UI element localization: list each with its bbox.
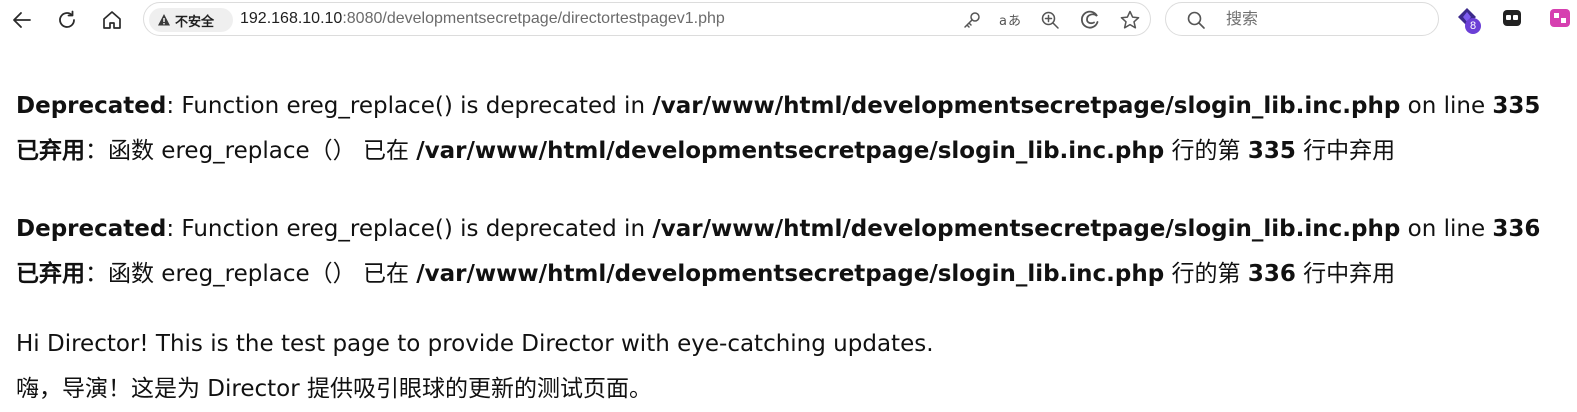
- warning-icon: [157, 13, 171, 27]
- mask-icon: [1503, 10, 1521, 26]
- reload-icon: [59, 10, 75, 28]
- search-box[interactable]: 搜索: [1165, 2, 1439, 36]
- error-label: 已弃用: [16, 138, 85, 164]
- svg-text:あ: あ: [1008, 14, 1021, 29]
- extension-button-3[interactable]: [1548, 6, 1576, 34]
- error-text: on line: [1400, 93, 1493, 119]
- page-content: Deprecated: Function ereg_replace() is d…: [16, 84, 1566, 412]
- error-path: /var/www/html/developmentsecretpage/slog…: [416, 261, 1165, 287]
- key-icon: [964, 12, 980, 28]
- extension-app-icon: [1550, 9, 1570, 27]
- error-path: /var/www/html/developmentsecretpage/slog…: [652, 216, 1401, 242]
- home-button[interactable]: [95, 3, 129, 37]
- svg-text:a: a: [999, 14, 1007, 29]
- error-path: /var/www/html/developmentsecretpage/slog…: [416, 138, 1165, 164]
- edge-extension-button[interactable]: [1078, 8, 1102, 32]
- error-line-en-2: Deprecated: Function ereg_replace() is d…: [16, 207, 1566, 252]
- browser-toolbar: 不安全 192.168.10.10:8080/developmentsecret…: [0, 0, 1577, 40]
- error-label: 已弃用: [16, 261, 85, 287]
- error-text: 行中弃用: [1295, 138, 1396, 164]
- star-icon: [1120, 10, 1140, 29]
- error-line-zh-1: 已弃用：函数 ereg_replace（） 已在 /var/www/html/d…: [16, 129, 1566, 174]
- url-path: :8080/developmentsecretpage/directortest…: [342, 10, 725, 27]
- extension-badge: 8: [1465, 18, 1481, 34]
- error-text: ：函数 ereg_replace（） 已在: [85, 261, 417, 287]
- error-line-number: 336: [1492, 216, 1541, 242]
- error-text: : Function ereg_replace() is deprecated …: [166, 93, 653, 119]
- message-zh: 嗨，导演！这是为 Director 提供吸引眼球的更新的测试页面。: [16, 376, 653, 402]
- address-bar[interactable]: 不安全 192.168.10.10:8080/developmentsecret…: [143, 2, 1151, 36]
- back-button[interactable]: [5, 3, 39, 37]
- translate-button[interactable]: a あ: [998, 8, 1022, 32]
- error-label: Deprecated: [16, 216, 167, 242]
- favorite-button[interactable]: [1118, 8, 1142, 32]
- zoom-button[interactable]: [1038, 8, 1062, 32]
- password-key-button[interactable]: [960, 8, 984, 32]
- error-label: Deprecated: [16, 93, 167, 119]
- security-indicator[interactable]: 不安全: [149, 8, 233, 32]
- error-path: /var/www/html/developmentsecretpage/slog…: [652, 93, 1401, 119]
- home-icon: [103, 11, 121, 29]
- error-line-zh-2: 已弃用：函数 ereg_replace（） 已在 /var/www/html/d…: [16, 252, 1566, 297]
- reload-button[interactable]: [50, 3, 84, 37]
- error-text: on line: [1400, 216, 1493, 242]
- error-text: 行的第: [1164, 261, 1248, 287]
- url-host: 192.168.10.10: [240, 10, 343, 27]
- extension-button-2[interactable]: [1500, 6, 1528, 34]
- security-label: 不安全: [175, 14, 215, 30]
- extension-button[interactable]: 8: [1455, 6, 1483, 34]
- error-text: ：函数 ereg_replace（） 已在: [85, 138, 417, 164]
- error-text: 行中弃用: [1295, 261, 1396, 287]
- translate-icon: a あ: [999, 14, 1021, 29]
- edge-icon: [1080, 10, 1099, 29]
- search-icon: [1186, 10, 1206, 34]
- message-en: Hi Director! This is the test page to pr…: [16, 331, 934, 357]
- arrow-left-icon: [13, 12, 31, 28]
- error-line-number: 335: [1492, 93, 1541, 119]
- zoom-in-icon: [1041, 11, 1059, 29]
- error-line-en-1: Deprecated: Function ereg_replace() is d…: [16, 84, 1566, 129]
- error-line-number: 335: [1247, 138, 1296, 164]
- error-line-number: 336: [1247, 261, 1296, 287]
- error-text: : Function ereg_replace() is deprecated …: [166, 216, 653, 242]
- search-placeholder: 搜索: [1226, 9, 1259, 28]
- error-text: 行的第: [1164, 138, 1248, 164]
- url-text[interactable]: 192.168.10.10:8080/developmentsecretpage…: [240, 3, 725, 35]
